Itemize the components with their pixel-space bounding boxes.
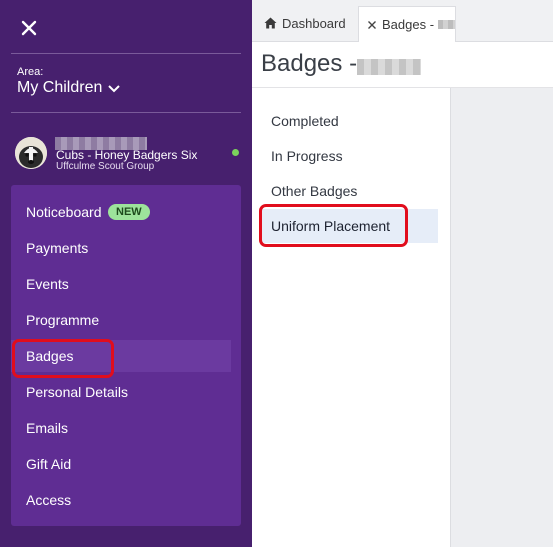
chevron-down-icon bbox=[108, 85, 121, 93]
sidebar-item-gift-aid[interactable]: Gift Aid bbox=[11, 448, 241, 480]
sidebar-item-label: Emails bbox=[26, 420, 69, 436]
new-badge: NEW bbox=[108, 204, 150, 220]
close-sidebar-button[interactable] bbox=[20, 19, 40, 39]
area-selector[interactable]: My Children bbox=[17, 79, 121, 97]
redacted-text bbox=[357, 59, 421, 75]
tab-dashboard[interactable]: Dashboard bbox=[264, 6, 346, 40]
tab-bar: Dashboard Badges - bbox=[252, 0, 553, 42]
sidebar-nav: Noticeboard NEW Payments Events Programm… bbox=[11, 185, 241, 526]
member-group: Uffculme Scout Group bbox=[56, 161, 155, 172]
sidebar-item-label: Personal Details bbox=[26, 384, 128, 400]
sidebar-item-personal-details[interactable]: Personal Details bbox=[11, 376, 241, 408]
tab-label: Dashboard bbox=[282, 15, 346, 31]
sidebar-item-payments[interactable]: Payments bbox=[11, 232, 241, 264]
subnav-item-label: Uniform Placement bbox=[271, 218, 391, 234]
sidebar-item-noticeboard[interactable]: Noticeboard NEW bbox=[11, 196, 241, 228]
sidebar-item-label: Access bbox=[26, 492, 72, 508]
home-icon bbox=[264, 17, 277, 29]
divider bbox=[11, 53, 241, 54]
member-profile[interactable]: Cubs - Honey Badgers Six Uffculme Scout … bbox=[15, 137, 245, 177]
subnav-item-other-badges[interactable]: Other Badges bbox=[261, 174, 438, 208]
badges-subnav: Completed In Progress Other Badges Unifo… bbox=[252, 88, 450, 547]
member-section: Cubs - Honey Badgers Six bbox=[56, 148, 198, 162]
subnav-item-label: In Progress bbox=[271, 148, 343, 164]
page-header: Badges - bbox=[252, 42, 553, 88]
close-icon[interactable] bbox=[367, 20, 377, 30]
sidebar-item-label: Programme bbox=[26, 312, 100, 328]
sidebar-item-badges[interactable]: Badges bbox=[11, 340, 231, 372]
page-title: Badges - bbox=[261, 50, 358, 77]
subnav-item-uniform-placement[interactable]: Uniform Placement bbox=[261, 209, 438, 243]
content-area bbox=[450, 88, 553, 547]
close-icon bbox=[21, 20, 37, 36]
subnav-item-label: Completed bbox=[271, 113, 339, 129]
sidebar-item-label: Payments bbox=[26, 240, 89, 256]
subnav-item-completed[interactable]: Completed bbox=[261, 104, 438, 138]
area-value: My Children bbox=[17, 79, 103, 96]
sidebar-item-label: Badges bbox=[26, 348, 74, 364]
sidebar-item-events[interactable]: Events bbox=[11, 268, 241, 300]
sidebar-item-access[interactable]: Access bbox=[11, 484, 241, 516]
redacted-text bbox=[438, 20, 455, 29]
sidebar-item-programme[interactable]: Programme bbox=[11, 304, 241, 336]
sidebar-item-label: Noticeboard bbox=[26, 204, 102, 220]
sidebar-item-label: Events bbox=[26, 276, 69, 292]
tab-badges[interactable]: Badges - bbox=[358, 6, 456, 42]
sidebar: Area: My Children Cubs - Honey Badgers S… bbox=[0, 0, 252, 547]
subnav-item-in-progress[interactable]: In Progress bbox=[261, 139, 438, 173]
tab-label: Badges - bbox=[382, 17, 435, 32]
avatar bbox=[15, 137, 47, 169]
subnav-item-label: Other Badges bbox=[271, 183, 358, 199]
sidebar-item-label: Gift Aid bbox=[26, 456, 72, 472]
sidebar-item-emails[interactable]: Emails bbox=[11, 412, 241, 444]
status-dot bbox=[232, 149, 239, 156]
divider bbox=[11, 112, 241, 113]
area-label: Area: bbox=[17, 66, 44, 78]
badger-avatar-icon bbox=[15, 137, 47, 169]
